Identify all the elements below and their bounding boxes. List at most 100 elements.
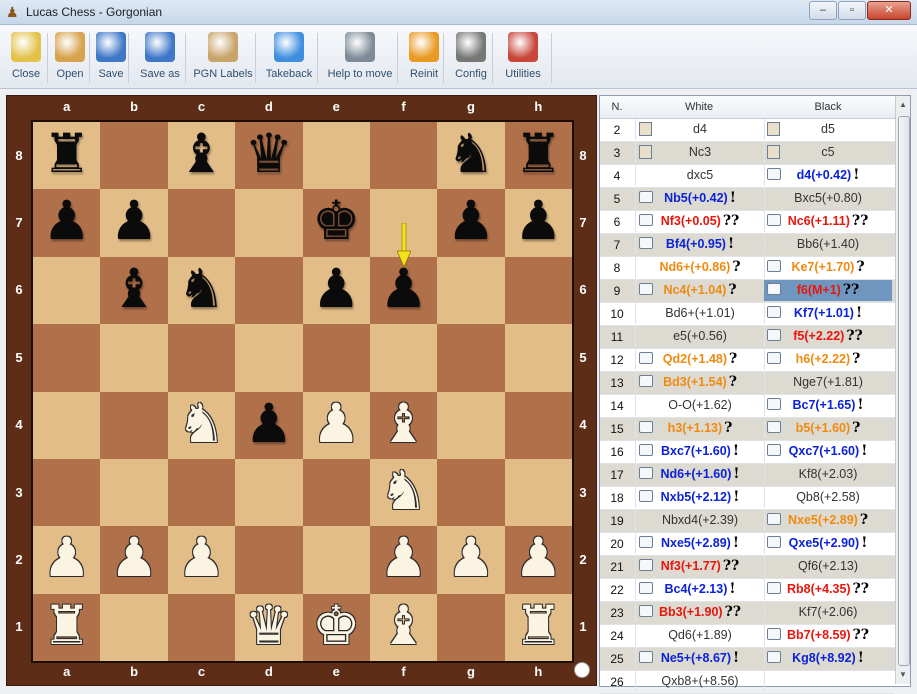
black-move-cell[interactable]: Qf6(+2.13) — [764, 556, 892, 577]
black-move-cell[interactable]: Kf7(+1.01)! — [764, 303, 892, 324]
minimize-button[interactable]: – — [809, 1, 837, 20]
white-move-cell[interactable]: Nc4(+1.04)? — [635, 280, 765, 301]
note-icon[interactable] — [767, 122, 780, 136]
white-move-cell[interactable]: dxc5 — [635, 165, 765, 186]
square-e8[interactable] — [302, 122, 370, 190]
black-knight-icon[interactable]: ♞ — [437, 122, 504, 189]
comment-icon[interactable] — [767, 421, 781, 433]
comment-icon[interactable] — [639, 490, 653, 502]
black-king-icon[interactable]: ♚ — [303, 189, 370, 256]
black-move-cell[interactable]: Bb6(+1.40) — [764, 234, 892, 255]
black-move-cell[interactable]: Kf7(+2.06) — [764, 602, 892, 623]
white-move-cell[interactable]: Bd3(+1.54)? — [635, 372, 765, 393]
square-g5[interactable] — [437, 324, 505, 392]
square-h4[interactable] — [504, 391, 572, 459]
white-king-icon[interactable]: ♚ — [303, 594, 370, 661]
white-pawn-icon[interactable]: ♟ — [100, 526, 167, 593]
black-move-cell[interactable]: Bxc5(+0.80) — [764, 188, 892, 209]
white-move-cell[interactable]: Nxb5(+2.12)! — [635, 487, 765, 508]
black-move-cell[interactable]: Rb8(+4.35)?? — [764, 579, 892, 600]
white-pawn-icon[interactable]: ♟ — [168, 526, 235, 593]
white-move-cell[interactable]: O-O(+1.62) — [635, 395, 765, 416]
square-b1[interactable] — [100, 593, 168, 661]
square-d2[interactable] — [235, 526, 303, 594]
white-move-cell[interactable]: Nd6+(+1.60)! — [635, 464, 765, 485]
square-e3[interactable] — [302, 458, 370, 527]
black-pawn-icon[interactable]: ♟ — [100, 189, 167, 256]
black-move-cell[interactable]: d5 — [764, 119, 892, 140]
square-d7[interactable] — [235, 189, 303, 257]
white-move-cell[interactable]: Nd6+(+0.86)? — [635, 257, 765, 278]
white-knight-icon[interactable]: ♞ — [168, 392, 235, 459]
square-d6[interactable] — [235, 256, 303, 325]
white-move-cell[interactable]: Ne5+(+8.67)! — [635, 648, 765, 669]
scroll-down-icon[interactable]: ▼ — [897, 668, 909, 682]
comment-icon[interactable] — [639, 605, 653, 617]
black-pawn-icon[interactable]: ♟ — [437, 189, 504, 256]
black-move-cell[interactable]: Kg8(+8.92)! — [764, 648, 892, 669]
black-move-cell[interactable]: f5(+2.22)?? — [764, 326, 892, 347]
square-b4[interactable] — [100, 391, 168, 459]
square-a4[interactable] — [33, 391, 101, 459]
black-move-cell[interactable]: d4(+0.42)! — [764, 165, 892, 186]
utilities-button[interactable]: Utilities — [497, 30, 549, 86]
white-move-cell[interactable]: Nb5(+0.42)! — [635, 188, 765, 209]
white-rook-icon[interactable]: ♜ — [33, 594, 100, 661]
comment-icon[interactable] — [639, 214, 653, 226]
black-knight-icon[interactable]: ♞ — [168, 257, 235, 324]
white-pawn-icon[interactable]: ♟ — [370, 526, 437, 593]
note-icon[interactable] — [767, 145, 780, 159]
square-b8[interactable] — [100, 122, 168, 190]
square-g6[interactable] — [437, 256, 505, 325]
comment-icon[interactable] — [767, 306, 781, 318]
black-pawn-icon[interactable]: ♟ — [505, 189, 572, 256]
square-e5[interactable] — [302, 324, 370, 392]
white-move-cell[interactable]: h3(+1.13)? — [635, 418, 765, 439]
config-button[interactable]: Config — [448, 30, 494, 86]
white-move-cell[interactable]: Qd6(+1.89) — [635, 625, 765, 646]
black-move-cell[interactable]: Nc6(+1.11)?? — [764, 211, 892, 232]
square-a5[interactable] — [33, 324, 101, 392]
black-move-cell[interactable]: Qxc7(+1.60)! — [764, 441, 892, 462]
save-button[interactable]: Save — [92, 30, 130, 86]
white-move-cell[interactable]: Qd2(+1.48)? — [635, 349, 765, 370]
comment-icon[interactable] — [767, 536, 781, 548]
scrollbar-thumb[interactable] — [898, 116, 910, 666]
black-queen-icon[interactable]: ♛ — [235, 122, 302, 189]
black-bishop-icon[interactable]: ♝ — [100, 257, 167, 324]
comment-icon[interactable] — [767, 329, 781, 341]
moves-scrollbar[interactable]: ▲ ▼ — [895, 96, 910, 684]
black-pawn-icon[interactable]: ♟ — [33, 189, 100, 256]
comment-icon[interactable] — [767, 260, 781, 272]
black-pawn-icon[interactable]: ♟ — [370, 257, 437, 324]
black-rook-icon[interactable]: ♜ — [33, 122, 100, 189]
square-h3[interactable] — [504, 458, 572, 527]
square-d5[interactable] — [235, 324, 303, 392]
comment-icon[interactable] — [639, 191, 653, 203]
comment-icon[interactable] — [767, 352, 781, 364]
white-move-cell[interactable]: e5(+0.56) — [635, 326, 765, 347]
black-rook-icon[interactable]: ♜ — [505, 122, 572, 189]
comment-icon[interactable] — [639, 352, 653, 364]
square-e2[interactable] — [302, 526, 370, 594]
square-c3[interactable] — [167, 458, 236, 527]
black-pawn-icon[interactable]: ♟ — [303, 257, 370, 324]
square-g4[interactable] — [437, 391, 505, 459]
comment-icon[interactable] — [767, 651, 781, 663]
takeback-button[interactable]: Takeback — [260, 30, 318, 86]
comment-icon[interactable] — [767, 582, 781, 594]
comment-icon[interactable] — [639, 651, 653, 663]
comment-icon[interactable] — [639, 582, 653, 594]
black-bishop-icon[interactable]: ♝ — [168, 122, 235, 189]
square-a6[interactable] — [33, 256, 101, 325]
comment-icon[interactable] — [639, 375, 653, 387]
white-queen-icon[interactable]: ♛ — [235, 594, 302, 661]
header-white[interactable]: White — [635, 101, 763, 113]
white-knight-icon[interactable]: ♞ — [370, 459, 437, 526]
black-move-cell[interactable]: b5(+1.60)? — [764, 418, 892, 439]
open-button[interactable]: Open — [52, 30, 88, 86]
black-move-cell[interactable]: Qb8(+2.58) — [764, 487, 892, 508]
black-move-cell[interactable]: Kf8(+2.03) — [764, 464, 892, 485]
white-rook-icon[interactable]: ♜ — [505, 594, 572, 661]
save-as-button[interactable]: Save as — [134, 30, 186, 86]
